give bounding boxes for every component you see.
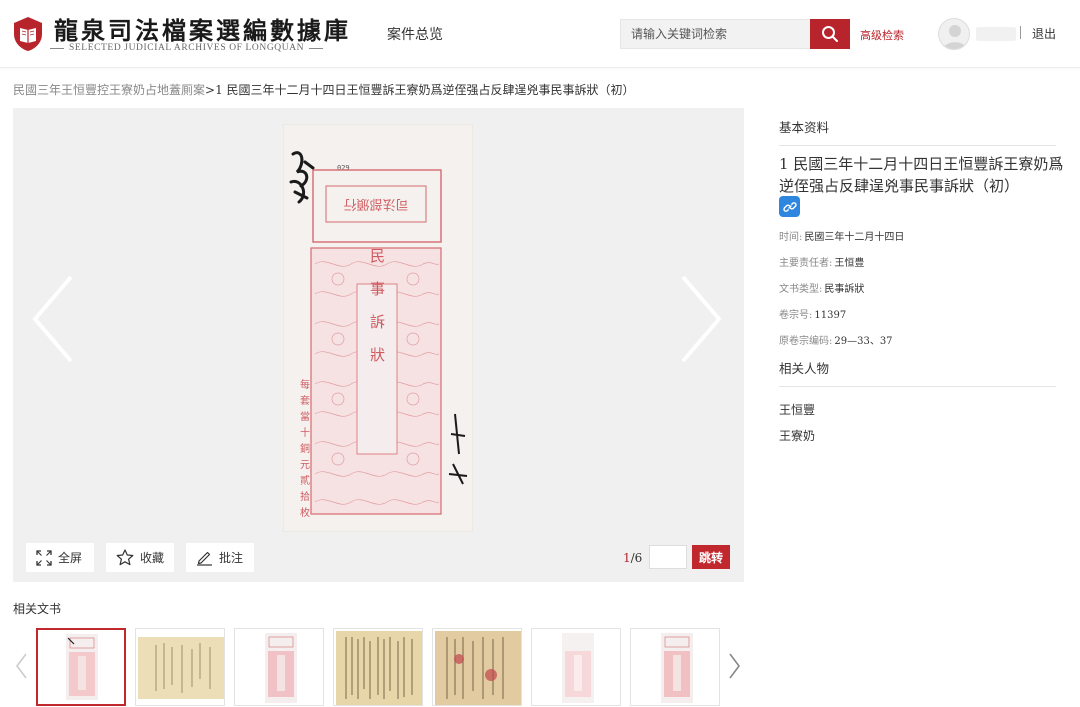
meta-author-value: 王恒豊 [834, 258, 865, 269]
breadcrumb-current: 1 民國三年十二月十四日王恒豐訴王寮奶爲逆侄强占反肆逞兇事民事訴狀（初） [215, 83, 635, 97]
divider [1020, 26, 1021, 39]
header: 龍泉司法檔案選編數據庫 SELECTED JUDICIAL ARCHIVES O… [0, 0, 1080, 68]
prev-page-arrow-icon[interactable] [27, 273, 79, 365]
meta-original-code-label: 原卷宗编码: [779, 336, 833, 347]
page-total: /6 [630, 551, 643, 565]
related-doc-thumbnail[interactable] [531, 628, 621, 706]
thumb-image [435, 631, 521, 705]
related-doc-thumbnail[interactable] [135, 628, 225, 706]
thumb-image [562, 633, 594, 703]
thumb-image [66, 634, 98, 700]
meta-volume-number: 卷宗号: 11397 [779, 306, 846, 321]
user-icon [943, 25, 967, 49]
jump-button[interactable]: 跳转 [692, 545, 730, 569]
logout-link[interactable]: 退出 [1032, 25, 1056, 42]
site-subtitle-text: SELECTED JUDICIAL ARCHIVES OF LONGQUAN [69, 43, 305, 53]
nav-case-overview[interactable]: 案件总览 [387, 24, 443, 44]
related-doc-thumbnail[interactable] [333, 628, 423, 706]
shield-book-logo-icon [14, 17, 42, 51]
meta-author: 主要责任者: 王恒豊 [779, 254, 864, 269]
thumb-image [265, 633, 297, 703]
meta-date: 时间: 民國三年十二月十四日 [779, 228, 904, 243]
annotate-button[interactable]: 批注 [186, 543, 254, 572]
thumb-image [661, 633, 693, 703]
site-title[interactable]: 龍泉司法檔案選編數據庫 [54, 11, 351, 46]
avatar[interactable] [938, 18, 970, 50]
related-doc-thumbnail[interactable] [630, 628, 720, 706]
related-doc-thumbnail[interactable] [36, 628, 126, 706]
person-link[interactable]: 王寮奶 [779, 427, 815, 444]
page-current: 1 [623, 551, 631, 565]
fullscreen-label: 全屏 [58, 551, 83, 565]
document-viewer: 029 司法部頒行 民事訴狀 每套當十銅元貳拾枚 全屏 收藏 批注 1/6 跳转 [13, 108, 744, 582]
site-subtitle: SELECTED JUDICIAL ARCHIVES OF LONGQUAN [50, 43, 342, 53]
meta-volume-label: 卷宗号: [779, 310, 813, 321]
related-people-heading: 相关人物 [779, 358, 1056, 387]
search-input[interactable] [620, 19, 810, 49]
advanced-search-link[interactable]: 高级检索 [860, 27, 904, 43]
favorite-button[interactable]: 收藏 [106, 543, 174, 572]
meta-date-label: 时间: [779, 232, 803, 243]
breadcrumb: 民國三年王恒豐控王寮奶占地蓋厠案>1 民國三年十二月十四日王恒豐訴王寮奶爲逆侄强… [13, 81, 635, 98]
thumb-image [138, 637, 224, 699]
meta-volume-value: 11397 [814, 310, 847, 321]
meta-doc-type-value: 民事訴狀 [824, 284, 865, 295]
pencil-icon [197, 551, 212, 566]
username-redacted [976, 27, 1016, 41]
meta-original-code-value: 29—33、37 [834, 336, 893, 347]
thumb-image [336, 631, 422, 705]
meta-doc-type: 文书类型: 民事訴狀 [779, 280, 864, 295]
search-button[interactable] [810, 19, 850, 49]
thumbs-prev-arrow-icon[interactable] [14, 652, 28, 680]
fullscreen-button[interactable]: 全屏 [26, 543, 94, 572]
doc-box-text: 司法部頒行 [343, 196, 408, 211]
document-scan-image: 029 司法部頒行 民事訴狀 每套當十銅元貳拾枚 [283, 124, 473, 532]
thumbs-next-arrow-icon[interactable] [728, 652, 742, 680]
meta-author-label: 主要责任者: [779, 258, 833, 269]
page-indicator: 1/6 [623, 551, 642, 565]
next-page-arrow-icon[interactable] [675, 273, 727, 365]
copy-link-button[interactable] [779, 196, 800, 217]
doc-stamp-number: 029 [337, 164, 350, 172]
search-icon [822, 26, 838, 42]
star-icon [116, 549, 134, 566]
link-icon [782, 201, 797, 212]
doc-center-text: 民事訴狀 [368, 248, 386, 380]
doc-left-text: 每套當十銅元貳拾枚 [298, 378, 310, 523]
breadcrumb-case-link[interactable]: 民國三年王恒豐控王寮奶占地蓋厠案 [13, 83, 205, 97]
breadcrumb-separator: > [205, 83, 216, 97]
meta-original-code: 原卷宗编码: 29—33、37 [779, 332, 893, 347]
person-link[interactable]: 王恒豐 [779, 401, 815, 418]
meta-doc-type-label: 文书类型: [779, 284, 823, 295]
document-title: 1 民國三年十二月十四日王恒豐訴王寮奶爲逆侄强占反肆逞兇事民事訴狀（初） [779, 155, 1064, 195]
page-number-input[interactable] [649, 545, 687, 569]
meta-date-value: 民國三年十二月十四日 [804, 232, 905, 243]
expand-icon [36, 549, 52, 566]
related-docs-carousel [36, 628, 726, 706]
annotate-label: 批注 [219, 551, 244, 565]
related-doc-thumbnail[interactable] [432, 628, 522, 706]
basic-info-heading: 基本资料 [779, 117, 1056, 146]
related-docs-heading: 相关文书 [13, 602, 62, 616]
related-doc-thumbnail[interactable] [234, 628, 324, 706]
favorite-label: 收藏 [140, 551, 165, 565]
